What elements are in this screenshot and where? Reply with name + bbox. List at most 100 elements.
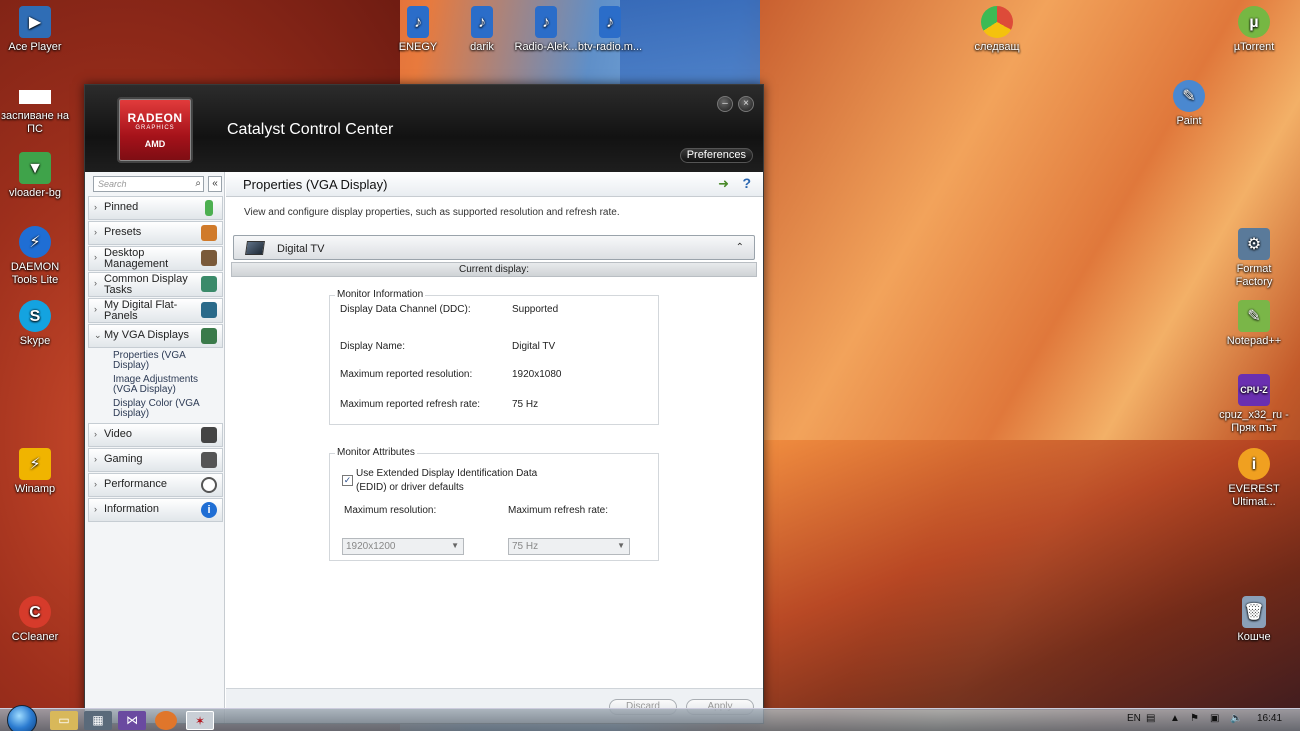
pin-page-icon[interactable]: ➜	[718, 176, 729, 192]
subnav-display-color-vga[interactable]: Display Color (VGA Display)	[88, 399, 223, 419]
ccleaner-icon: C	[19, 596, 51, 628]
action-center-flag-icon[interactable]: ⚑	[1190, 713, 1199, 724]
desktop-icon-label: Format Factory	[1235, 263, 1273, 288]
max-refresh-dropdown[interactable]: 75 Hz ▼	[508, 538, 630, 555]
subnav-image-adjustments-vga[interactable]: Image Adjustments (VGA Display)	[88, 375, 223, 395]
gamepad-icon	[201, 452, 217, 468]
monitor-information-group: Monitor Information Display Data Channel…	[329, 289, 659, 425]
edid-label-line2: (EDID) or driver defaults	[356, 482, 464, 493]
paint-icon: ✎	[1173, 80, 1205, 112]
show-hidden-icons-icon[interactable]: ▲	[1170, 713, 1180, 724]
language-indicator[interactable]: EN	[1127, 713, 1141, 724]
volume-icon[interactable]: 🔈	[1230, 713, 1242, 724]
nav-item-performance[interactable]: › Performance	[88, 473, 223, 497]
preferences-button[interactable]: Preferences	[679, 148, 753, 163]
shortcut-file-icon: ♪	[471, 6, 493, 38]
chevron-right-icon: ›	[94, 429, 97, 439]
common-display-tasks-icon	[201, 276, 217, 292]
explorer-taskbar-icon[interactable]: ▭	[50, 711, 78, 730]
app-title: Catalyst Control Center	[227, 121, 394, 138]
search-input[interactable]: Search ⌕	[93, 176, 204, 192]
sidebar: Search ⌕ « › Pinned › Presets › Desktop …	[85, 172, 225, 723]
group-title: Monitor Information	[335, 289, 426, 300]
task-manager-taskbar-icon[interactable]: ▦	[84, 711, 112, 730]
network-icon[interactable]: ▣	[1210, 713, 1219, 724]
desktop-icon-label: Winamp	[14, 483, 56, 495]
dropdown-arrow-icon: ▼	[451, 541, 459, 550]
keyboard-icon[interactable]: ▤	[1146, 713, 1155, 724]
desktop-icon-ccleaner[interactable]: C CCleaner	[0, 596, 73, 644]
desktop-icon-vloader[interactable]: ▼ vloader-bg	[0, 152, 73, 200]
monitor-attributes-group: Monitor Attributes ✓ Use Extended Displa…	[329, 447, 659, 561]
max-reported-refresh-label: Maximum reported refresh rate:	[340, 399, 481, 410]
page-header: Properties (VGA Display) ➜ ?	[226, 172, 763, 197]
nav-item-desktop-management[interactable]: › Desktop Management	[88, 246, 223, 271]
flat-panel-icon	[201, 302, 217, 318]
desktop-icon-sleep[interactable]: заспиване на ПС	[0, 90, 73, 136]
help-button[interactable]: ?	[742, 175, 751, 191]
desktop-icon-label: Notepad++	[1226, 335, 1282, 347]
desktop-icon-label: btv-radio.m...	[577, 41, 643, 53]
desktop-icon-label: vloader-bg	[9, 187, 61, 199]
desktop-icon-utorrent[interactable]: µ µTorrent	[1219, 6, 1289, 54]
desktop-icon-daemon[interactable]: ⚡ DAEMON Tools Lite	[0, 226, 73, 287]
chevron-right-icon: ›	[94, 202, 97, 212]
desktop-icon-label: Radio-Alek...	[514, 41, 578, 53]
gauge-icon	[201, 477, 217, 493]
desktop-icon-winamp[interactable]: ⚡ Winamp	[0, 448, 73, 496]
nav-item-gaming[interactable]: › Gaming	[88, 448, 223, 472]
dropdown-arrow-icon: ▼	[617, 541, 625, 550]
notepad-plus-plus-icon: ✎	[1238, 300, 1270, 332]
desktop-icon-enegy[interactable]: ♪ ENEGY	[383, 6, 453, 54]
desktop-icon-skype[interactable]: S Skype	[0, 300, 73, 348]
nav-item-pinned[interactable]: › Pinned	[88, 196, 223, 220]
max-resolution-dropdown[interactable]: 1920x1200 ▼	[342, 538, 464, 555]
shortcut-file-icon: ♪	[599, 6, 621, 38]
minimize-button[interactable]: –	[717, 96, 733, 112]
catalyst-taskbar-icon[interactable]: ✶	[186, 711, 214, 730]
vga-display-icon	[201, 328, 217, 344]
search-icon[interactable]: ⌕	[195, 178, 201, 189]
desktop-icon-btv-radio[interactable]: ♪ btv-radio.m...	[575, 6, 645, 54]
nav-item-vga-displays[interactable]: ⌄ My VGA Displays	[88, 324, 223, 348]
nav-item-presets[interactable]: › Presets	[88, 221, 223, 245]
nav-item-digital-flat-panels[interactable]: › My Digital Flat-Panels	[88, 298, 223, 323]
chevron-right-icon: ›	[94, 304, 97, 314]
display-selector[interactable]: Digital TV ⌃	[233, 235, 755, 260]
desktop-icon-format-factory[interactable]: ⚙ Format Factory	[1219, 228, 1289, 289]
blank-file-icon	[19, 90, 51, 104]
desktop-icon-radio-alek[interactable]: ♪ Radio-Alek...	[511, 6, 581, 54]
cpuz-icon: CPU-Z	[1238, 374, 1270, 406]
daemon-tools-icon: ⚡	[19, 226, 51, 258]
utorrent-icon: µ	[1238, 6, 1270, 38]
nav-item-information[interactable]: › Information i	[88, 498, 223, 522]
firefox-taskbar-icon[interactable]	[155, 711, 177, 730]
nav-item-common-display-tasks[interactable]: › Common Display Tasks	[88, 272, 223, 297]
desktop-icon-chrome[interactable]: следващ	[962, 6, 1032, 54]
video-camera-icon	[201, 427, 217, 443]
desktop-icon-everest[interactable]: i EVEREST Ultimat...	[1219, 448, 1289, 509]
nav-list: › Pinned › Presets › Desktop Management …	[88, 196, 223, 523]
chevron-right-icon: ›	[94, 454, 97, 464]
desktop-icon-notepadpp[interactable]: ✎ Notepad++	[1219, 300, 1289, 348]
clock[interactable]: 16:41	[1257, 713, 1282, 724]
desktop-icon-label: µTorrent	[1233, 41, 1275, 53]
ddc-value: Supported	[512, 304, 559, 315]
ace-player-icon: ▶	[19, 6, 51, 38]
start-button[interactable]	[7, 705, 37, 731]
desktop-icon-darik[interactable]: ♪ darik	[447, 6, 517, 54]
page-description: View and configure display properties, s…	[244, 207, 620, 218]
chevron-up-icon[interactable]: ⌃	[736, 242, 744, 253]
media-player-taskbar-icon[interactable]: ⋈	[118, 711, 146, 730]
nav-item-video[interactable]: › Video	[88, 423, 223, 447]
edid-checkbox[interactable]: ✓	[342, 475, 353, 486]
desktop-icon-recycle-bin[interactable]: 🗑 Кошче	[1219, 596, 1289, 644]
desktop-icon-ace-player[interactable]: ▶ Ace Player	[0, 6, 70, 54]
close-button[interactable]: ×	[738, 96, 754, 112]
group-title: Monitor Attributes	[335, 447, 417, 458]
display-name-value: Digital TV	[512, 341, 556, 352]
desktop-icon-cpuz[interactable]: CPU-Z cpuz_x32_ru - Пряк път	[1219, 374, 1289, 435]
desktop-icon-paint[interactable]: ✎ Paint	[1154, 80, 1224, 128]
subnav-properties-vga[interactable]: Properties (VGA Display)	[88, 351, 223, 371]
collapse-sidebar-button[interactable]: «	[208, 176, 222, 192]
